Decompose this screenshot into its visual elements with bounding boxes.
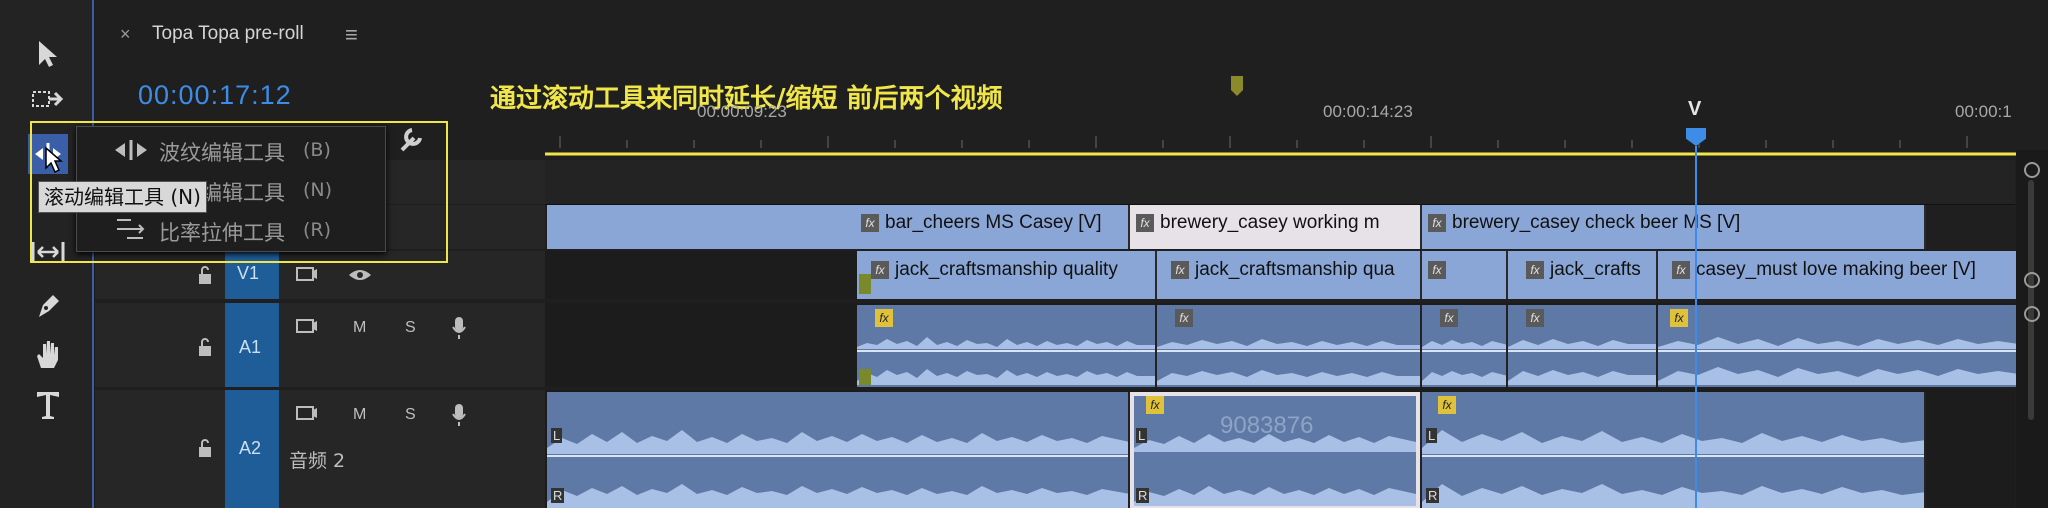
hand-tool-icon[interactable] bbox=[28, 334, 68, 374]
fx-badge: fx bbox=[1526, 260, 1544, 279]
fx-badge: fx bbox=[1136, 213, 1154, 232]
ruler-label-2: 00:00:14:23 bbox=[1323, 102, 1413, 121]
track-name-a1: A1 bbox=[239, 337, 262, 357]
lock-icon[interactable] bbox=[197, 438, 213, 458]
audio-clip-a1-4[interactable]: fx bbox=[1508, 305, 1658, 387]
lock-icon[interactable] bbox=[197, 265, 213, 285]
playhead-line[interactable] bbox=[1695, 146, 1697, 508]
clip-v1-4[interactable]: fx jack_crafts bbox=[1508, 251, 1658, 299]
ruler-label-3: 00:00:1 bbox=[1955, 102, 2012, 121]
clip-name: brewery_casey check beer MS [V] bbox=[1452, 212, 1741, 233]
clip-name: casey_must love making beer [V] bbox=[1696, 259, 1976, 280]
selection-tool-icon[interactable] bbox=[28, 34, 68, 74]
clip-name: bar_cheers MS Casey [V] bbox=[885, 212, 1102, 233]
sync-lock-icon[interactable] bbox=[295, 265, 319, 285]
fx-badge: fx bbox=[1428, 213, 1446, 232]
clip-v1-1[interactable]: fx jack_craftsmanship quality bbox=[857, 251, 1157, 299]
track-header-a1: A1 M S bbox=[95, 303, 545, 387]
microphone-icon[interactable] bbox=[451, 402, 467, 428]
audio-clip-a1-3[interactable]: fx bbox=[1422, 305, 1508, 387]
vertical-scrollbar[interactable] bbox=[2016, 150, 2048, 508]
stock-watermark: 9083876 bbox=[1220, 412, 1314, 439]
clip-v2-2[interactable]: fx brewery_casey working m bbox=[1130, 205, 1422, 249]
audio-clip-a1-5[interactable]: fx bbox=[1658, 305, 2026, 387]
sync-lock-icon[interactable] bbox=[295, 404, 319, 424]
clip-v1-3[interactable]: fx bbox=[1422, 251, 1508, 299]
clip-v1-2[interactable]: fx jack_craftsmanship qua bbox=[1157, 251, 1422, 299]
close-tab-icon[interactable]: × bbox=[120, 24, 131, 45]
microphone-icon[interactable] bbox=[451, 315, 467, 341]
solo-button[interactable]: S bbox=[405, 319, 416, 337]
fx-badge: fx bbox=[1428, 260, 1446, 279]
channel-left-label: L bbox=[1136, 428, 1148, 443]
mute-button[interactable]: M bbox=[353, 319, 366, 337]
track-label-a2: 音频 2 bbox=[289, 450, 346, 472]
clip-name: jack_craftsmanship quality bbox=[895, 259, 1118, 280]
audio-clip-a2-2[interactable]: fx 9083876 L R bbox=[1130, 392, 1422, 508]
solo-button[interactable]: S bbox=[405, 406, 416, 424]
audio-clip-a1-2[interactable]: fx bbox=[1157, 305, 1422, 387]
marker-icon[interactable] bbox=[1231, 76, 1243, 101]
channel-right-label: R bbox=[551, 488, 565, 503]
playhead-timecode[interactable]: 00:00:17:12 bbox=[138, 80, 292, 111]
time-ruler[interactable]: 00:00:09:23 00:00:14:23 00:00:1 bbox=[545, 100, 2025, 156]
audio-clip-a2-1[interactable]: L R bbox=[547, 392, 1130, 508]
track-name-v1: V1 bbox=[237, 263, 260, 283]
pen-tool-icon[interactable] bbox=[28, 286, 68, 326]
channel-left-label: L bbox=[1426, 428, 1438, 443]
clip-v2-3[interactable]: fx brewery_casey check beer MS [V] bbox=[1422, 205, 1926, 249]
highlight-box bbox=[30, 121, 448, 263]
clip-marker bbox=[859, 274, 871, 294]
track-select-tool-icon[interactable] bbox=[28, 80, 68, 120]
channel-left-label: L bbox=[551, 428, 563, 443]
clip-v1-5[interactable]: fx casey_must love making beer [V] bbox=[1658, 251, 2026, 299]
audio-clip-a1-1[interactable]: fx bbox=[857, 305, 1157, 387]
zoom-handle-icon[interactable] bbox=[2024, 306, 2040, 322]
clip-name: brewery_casey working m bbox=[1160, 212, 1380, 233]
channel-right-label: R bbox=[1136, 488, 1150, 503]
zoom-handle-icon[interactable] bbox=[2024, 272, 2040, 288]
fx-badge: fx bbox=[1171, 260, 1189, 279]
sync-lock-icon[interactable] bbox=[295, 317, 319, 337]
zoom-handle-icon[interactable] bbox=[2024, 162, 2040, 178]
type-tool-icon[interactable] bbox=[28, 384, 68, 424]
channel-right-label: R bbox=[1426, 488, 1440, 503]
lock-icon[interactable] bbox=[197, 337, 213, 357]
clip-marker bbox=[859, 369, 871, 385]
ruler-label-1: 00:00:09:23 bbox=[697, 102, 787, 121]
fx-badge: fx bbox=[861, 213, 879, 232]
panel-menu-icon[interactable]: ≡ bbox=[345, 22, 358, 48]
track-name-a2: A2 bbox=[239, 438, 262, 458]
track-target-a2[interactable]: A2 bbox=[225, 390, 279, 508]
eye-icon[interactable] bbox=[347, 267, 373, 283]
track-target-a1[interactable]: A1 bbox=[225, 303, 279, 387]
fx-badge: fx bbox=[871, 260, 889, 279]
track-header-a2: A2 M S 音频 2 bbox=[95, 390, 545, 508]
track-row-v3 bbox=[545, 160, 2015, 205]
playhead-label: V bbox=[1688, 98, 1702, 120]
mute-button[interactable]: M bbox=[353, 406, 366, 424]
audio-clip-a2-3[interactable]: fx L R bbox=[1422, 392, 1926, 508]
clip-name: jack_crafts bbox=[1550, 259, 1641, 280]
fx-badge: fx bbox=[1672, 260, 1690, 279]
clip-v2-1[interactable]: fx bar_cheers MS Casey [V] bbox=[547, 205, 1130, 249]
sequence-tab-title[interactable]: Topa Topa pre-roll bbox=[152, 23, 304, 45]
clip-name: jack_craftsmanship qua bbox=[1195, 259, 1395, 280]
